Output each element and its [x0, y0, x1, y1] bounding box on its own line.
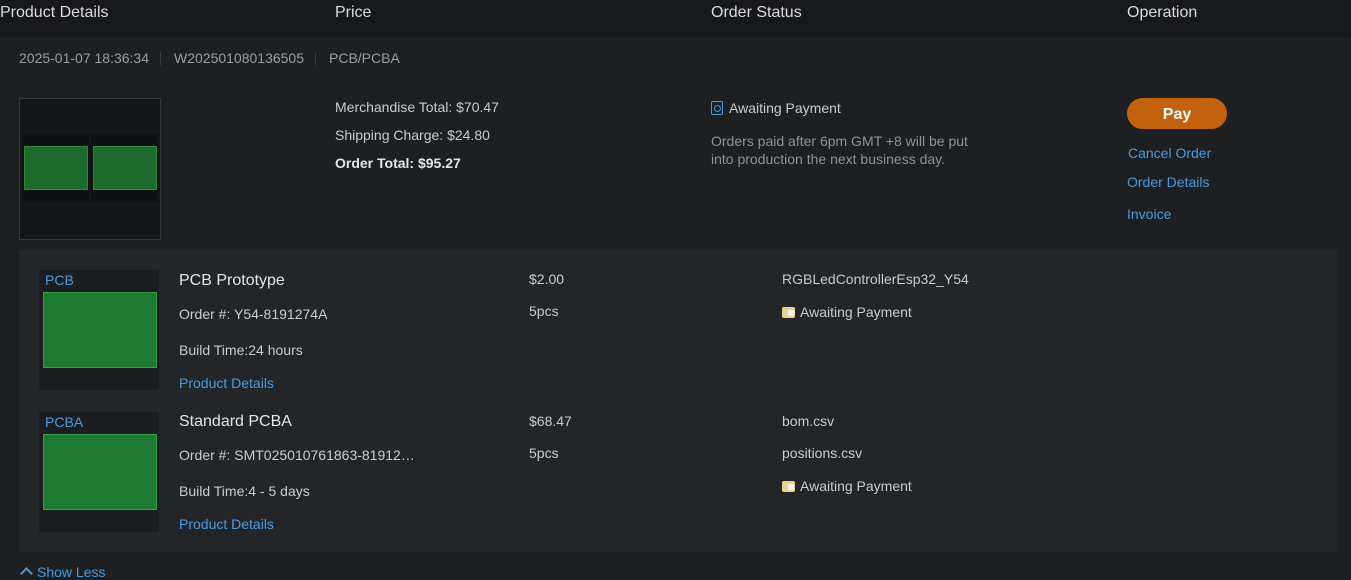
item-order-number: Order #: SMT025010761863-81912…: [179, 447, 415, 463]
item-order-number: Order #: Y54-8191274A: [179, 306, 328, 322]
order-type: PCB/PCBA: [329, 50, 400, 66]
pcb-preview-image: [22, 134, 89, 202]
payment-card-icon: [782, 307, 795, 318]
bom-file-name[interactable]: bom.csv: [782, 413, 834, 429]
order-date: 2025-01-07 18:36:34: [19, 50, 149, 66]
item-quantity: 5pcs: [529, 303, 559, 319]
item-price: $68.47: [529, 413, 572, 429]
item-title: PCB Prototype: [179, 272, 285, 289]
item-status-label: Awaiting Payment: [800, 304, 912, 320]
divider: [160, 52, 161, 65]
item-file-name[interactable]: RGBLedControllerEsp32_Y54: [782, 271, 969, 287]
order-total: Order Total: $95.27: [335, 155, 461, 171]
divider: [315, 52, 316, 65]
pcba-preview-image: [91, 134, 158, 202]
item-build-time: Build Time:24 hours: [179, 342, 303, 358]
order-items-panel: [19, 250, 1337, 552]
order-status: Awaiting Payment: [711, 100, 841, 116]
pcb-item-thumbnail[interactable]: PCB: [39, 270, 159, 390]
item-status: Awaiting Payment: [782, 304, 912, 320]
pcba-item-thumbnail[interactable]: PCBA: [39, 412, 159, 532]
column-operation: Operation: [1127, 4, 1198, 21]
order-details-link[interactable]: Order Details: [1127, 174, 1209, 190]
order-status-label: Awaiting Payment: [729, 100, 841, 116]
item-quantity: 5pcs: [529, 445, 559, 461]
pcba-board-image: [43, 434, 157, 510]
table-header: Product Details Price Order Status Opera…: [0, 0, 1351, 38]
order-thumbnail[interactable]: [19, 98, 161, 240]
item-title: Standard PCBA: [179, 413, 292, 430]
column-price: Price: [335, 4, 372, 21]
shipping-charge: Shipping Charge: $24.80: [335, 127, 490, 143]
pcb-board-image: [43, 292, 157, 368]
order-number[interactable]: W202501080136505: [174, 50, 304, 66]
item-tag: PCB: [45, 272, 74, 288]
column-product-details: Product Details: [0, 4, 109, 21]
document-search-icon: [711, 101, 723, 115]
cancel-order-link[interactable]: Cancel Order: [1128, 145, 1211, 161]
merchandise-total: Merchandise Total: $70.47: [335, 99, 499, 115]
item-status-label: Awaiting Payment: [800, 478, 912, 494]
invoice-link[interactable]: Invoice: [1127, 206, 1171, 222]
item-build-time: Build Time:4 - 5 days: [179, 483, 310, 499]
positions-file-name[interactable]: positions.csv: [782, 445, 862, 461]
status-note: Orders paid after 6pm GMT +8 will be put…: [711, 133, 968, 167]
item-status: Awaiting Payment: [782, 478, 912, 494]
item-price: $2.00: [529, 271, 565, 287]
product-details-link[interactable]: Product Details: [179, 516, 274, 532]
item-tag: PCBA: [45, 414, 84, 430]
column-order-status: Order Status: [711, 4, 802, 21]
product-details-link[interactable]: Product Details: [179, 375, 274, 391]
payment-card-icon: [782, 481, 795, 492]
pay-button[interactable]: Pay: [1127, 98, 1227, 129]
